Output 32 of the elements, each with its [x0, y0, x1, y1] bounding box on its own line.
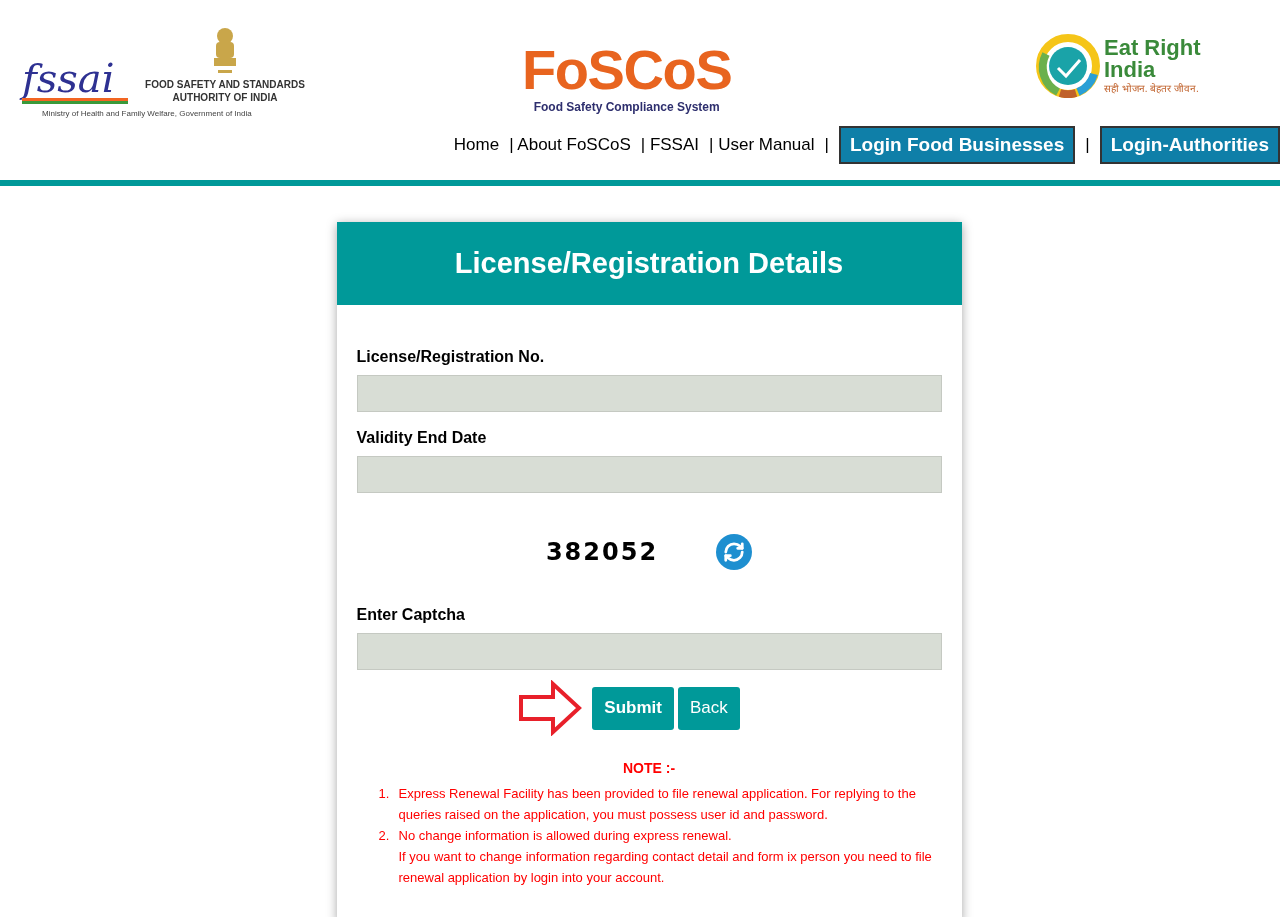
nav-link[interactable]: | About FoSCoS — [509, 132, 631, 158]
foscos-subtitle: Food Safety Compliance System — [533, 99, 720, 116]
nav-link[interactable]: Home — [453, 132, 500, 158]
nav-link[interactable]: | User Manual — [709, 132, 815, 158]
note-number: 1. — [378, 785, 391, 803]
field-label: Validity End Date — [356, 428, 488, 448]
arrow-icon — [518, 680, 583, 736]
input-field[interactable] — [356, 633, 942, 670]
logo-underline-icon — [22, 98, 128, 104]
note-text: Express Renewal Facility has been provided to file renewal application. For replying to the queries raised on the application, you must possess user id and password. — [398, 785, 917, 824]
nav-separator: | — [824, 134, 829, 157]
eat-right-tagline: सही भोजन. बेहतर जीवन. — [1104, 81, 1200, 96]
note-text: No change information is allowed during express renewal. — [398, 827, 733, 845]
ministry-text: Ministry of Health and Family Welfare, Government of India — [42, 108, 253, 120]
foscos-logo: FoSCoS — [522, 42, 732, 98]
refresh-icon[interactable] — [716, 534, 753, 570]
eat-right-logo-icon — [1036, 34, 1100, 98]
note-text: If you want to change information regarding contact detail and form ix person you need to file renewal application by login into your account. — [398, 848, 933, 887]
input-field[interactable] — [356, 456, 942, 493]
login-button[interactable]: Login Food Businesses — [838, 126, 1076, 164]
captcha-code: 382052 — [545, 537, 659, 568]
note-number: 2. — [378, 827, 391, 845]
field-label: Enter Captcha — [356, 605, 466, 625]
eat-right-title: Eat Right India — [1104, 36, 1202, 81]
note-title: NOTE :- — [621, 759, 677, 778]
input-field[interactable] — [356, 375, 942, 412]
nav-separator: | — [1085, 134, 1090, 157]
form-title: License/Registration Details — [454, 245, 844, 281]
nav-link[interactable]: | FSSAI — [640, 132, 699, 158]
field-label: License/Registration No. — [356, 347, 546, 367]
authority-name: FOOD SAFETY AND STANDARDS AUTHORITY OF INDIA — [144, 78, 306, 104]
login-button[interactable]: Login-Authorities — [1099, 126, 1280, 164]
